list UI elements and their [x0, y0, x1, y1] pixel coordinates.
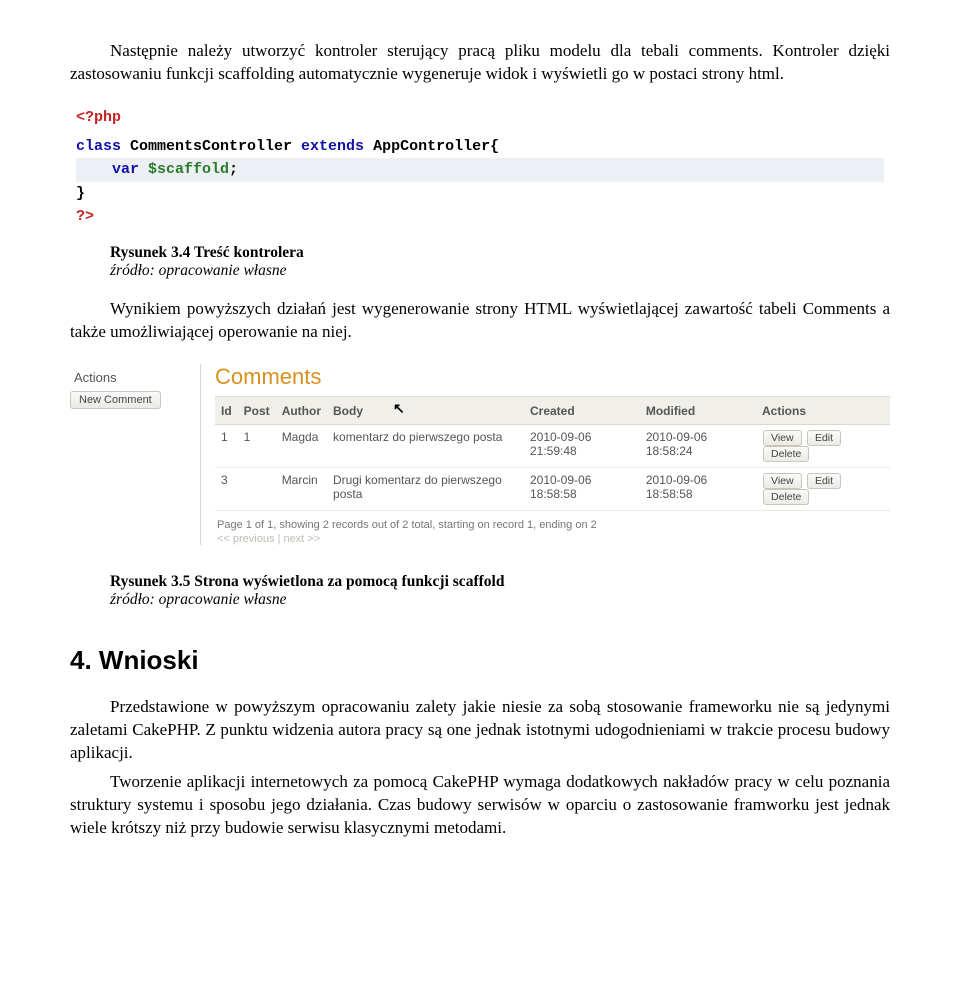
- intro-paragraph: Następnie należy utworzyć kontroler ster…: [70, 40, 890, 86]
- sidebar-title: Actions: [74, 370, 200, 385]
- col-author[interactable]: Author: [276, 397, 327, 425]
- figure34-caption: Rysunek 3.4 Treść kontrolera źródło: opr…: [110, 244, 890, 280]
- cell-body: Drugi komentarz do pierwszego posta: [327, 468, 524, 511]
- cell-actions: View Edit Delete: [756, 425, 890, 468]
- col-body[interactable]: Body↖: [327, 397, 524, 425]
- scaffold-main: Comments Id Post Author Body↖ Created Mo…: [200, 364, 890, 545]
- scaffold-panel: Actions New Comment Comments Id Post Aut…: [70, 364, 890, 545]
- var-name: $scaffold: [148, 161, 229, 178]
- cell-author: Marcin: [276, 468, 327, 511]
- delete-button[interactable]: Delete: [763, 489, 809, 505]
- superclass: AppController{: [373, 138, 499, 155]
- figure34-title: Rysunek 3.4 Treść kontrolera: [110, 244, 304, 261]
- php-open-tag: <?php: [76, 109, 121, 126]
- new-comment-button[interactable]: New Comment: [70, 391, 161, 409]
- php-close-tag: ?>: [76, 208, 94, 225]
- cell-id: 3: [215, 468, 238, 511]
- figure34-source: źródło: opracowanie własne: [110, 262, 287, 279]
- section-heading-wnioski: 4. Wnioski: [70, 645, 890, 676]
- scaffold-sidebar: Actions New Comment: [70, 364, 200, 545]
- kw-var: var: [112, 161, 148, 178]
- col-created[interactable]: Created: [524, 397, 640, 425]
- wnioski-paragraph-1: Przedstawione w powyższym opracowaniu za…: [70, 696, 890, 765]
- edit-button[interactable]: Edit: [807, 473, 841, 489]
- cell-id: 1: [215, 425, 238, 468]
- cell-actions: View Edit Delete: [756, 468, 890, 511]
- comments-heading: Comments: [215, 364, 890, 390]
- cell-author: Magda: [276, 425, 327, 468]
- mouse-cursor-icon: ↖: [393, 400, 405, 417]
- view-button[interactable]: View: [763, 430, 802, 446]
- figure35-caption: Rysunek 3.5 Strona wyświetlona za pomocą…: [110, 573, 890, 609]
- col-id[interactable]: Id: [215, 397, 238, 425]
- edit-button[interactable]: Edit: [807, 430, 841, 446]
- cell-post: 1: [238, 425, 276, 468]
- brace-close: }: [76, 185, 85, 202]
- col-actions: Actions: [756, 397, 890, 425]
- table-header-row: Id Post Author Body↖ Created Modified Ac…: [215, 397, 890, 425]
- delete-button[interactable]: Delete: [763, 446, 809, 462]
- figure35-source: źródło: opracowanie własne: [110, 591, 287, 608]
- code-snippet: <?php class CommentsController extends A…: [70, 104, 890, 234]
- cell-created: 2010-09-06 21:59:48: [524, 425, 640, 468]
- cell-body: komentarz do pierwszego posta: [327, 425, 524, 468]
- cell-created: 2010-09-06 18:58:58: [524, 468, 640, 511]
- semicolon: ;: [229, 161, 238, 178]
- cell-post: [238, 468, 276, 511]
- wnioski-paragraph-2: Tworzenie aplikacji internetowych za pom…: [70, 771, 890, 840]
- kw-class: class: [76, 138, 130, 155]
- comments-table: Id Post Author Body↖ Created Modified Ac…: [215, 396, 890, 511]
- col-modified[interactable]: Modified: [640, 397, 756, 425]
- pager-info: Page 1 of 1, showing 2 records out of 2 …: [217, 519, 890, 531]
- cell-modified: 2010-09-06 18:58:58: [640, 468, 756, 511]
- view-button[interactable]: View: [763, 473, 802, 489]
- cell-modified: 2010-09-06 18:58:24: [640, 425, 756, 468]
- kw-extends: extends: [301, 138, 373, 155]
- post-fig34-paragraph: Wynikiem powyższych działań jest wygener…: [70, 298, 890, 344]
- class-name: CommentsController: [130, 138, 301, 155]
- pager-links[interactable]: << previous | next >>: [217, 533, 890, 545]
- col-post[interactable]: Post: [238, 397, 276, 425]
- table-row: 1 1 Magda komentarz do pierwszego posta …: [215, 425, 890, 468]
- figure35-title: Rysunek 3.5 Strona wyświetlona za pomocą…: [110, 573, 504, 590]
- table-row: 3 Marcin Drugi komentarz do pierwszego p…: [215, 468, 890, 511]
